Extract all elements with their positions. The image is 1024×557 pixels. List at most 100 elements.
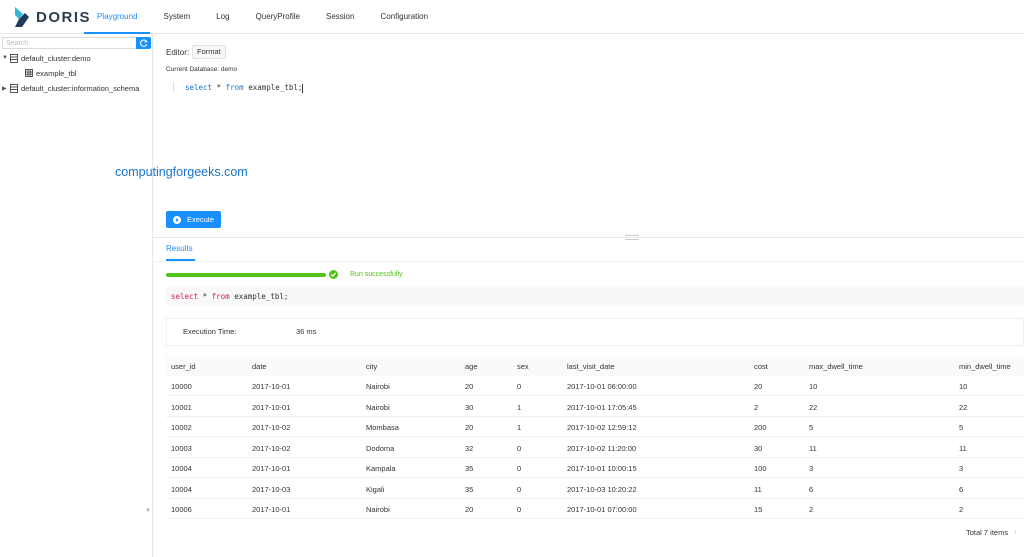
table-cell: 5 (809, 423, 813, 432)
table-cell: 11 (809, 444, 817, 453)
table-row-divider (166, 395, 1024, 396)
table-cell: 30 (465, 403, 473, 412)
table-cell: 2017-10-02 (252, 444, 290, 453)
table-cell: Nairobi (366, 403, 390, 412)
tree-node-demo[interactable]: ▼ default_cluster:demo (2, 52, 91, 64)
tab-results[interactable]: Results (166, 244, 193, 253)
table-cell: 2017-10-01 (252, 382, 290, 391)
table-cell: 35 (465, 464, 473, 473)
table-cell: 0 (517, 464, 521, 473)
table-cell: 3 (959, 464, 963, 473)
check-circle-icon (329, 270, 338, 279)
table-cell: 10001 (171, 403, 192, 412)
table-cell: 5 (959, 423, 963, 432)
doris-logo[interactable]: DORIS (13, 6, 91, 28)
watermark: computingforgeeks.com (115, 165, 248, 179)
table-cell: 2017-10-01 (252, 464, 290, 473)
table-cell: 10004 (171, 464, 192, 473)
table-cell: 15 (754, 505, 762, 514)
table-cell: 100 (754, 464, 767, 473)
column-header-last-visit-date[interactable]: last_visit_date (567, 362, 615, 371)
table-cell: 2017-10-02 (252, 423, 290, 432)
code-keyword: from (226, 83, 244, 92)
chevron-left-icon[interactable]: ‹ (1014, 527, 1017, 536)
table-icon (25, 69, 33, 77)
tab-log[interactable]: Log (203, 0, 242, 34)
table-cell: 1 (517, 423, 521, 432)
column-header-date[interactable]: date (252, 362, 267, 371)
sql-box (166, 286, 1024, 306)
database-icon (10, 54, 18, 63)
table-row-divider (166, 436, 1024, 437)
execute-button[interactable]: Execute (166, 211, 221, 228)
tab-session[interactable]: Session (313, 0, 367, 34)
logo-text: DORIS (36, 9, 91, 26)
column-header-user-id[interactable]: user_id (171, 362, 196, 371)
text-cursor (302, 84, 303, 93)
table-row-divider (166, 457, 1024, 458)
tab-playground[interactable]: Playground (84, 0, 150, 34)
search-input[interactable] (2, 37, 136, 49)
table-row-divider (166, 498, 1024, 499)
tab-system[interactable]: System (150, 0, 203, 34)
table-row-divider (166, 416, 1024, 417)
tree-node-example-tbl[interactable]: example_tbl (25, 67, 76, 79)
table-cell: 2017-10-03 10:20:22 (567, 485, 637, 494)
tree-label: example_tbl (36, 69, 76, 78)
table-cell: 30 (754, 444, 762, 453)
table-cell: 0 (517, 485, 521, 494)
execution-info (166, 318, 1024, 346)
column-header-max-dwell-time[interactable]: max_dwell_time (809, 362, 863, 371)
format-button[interactable]: Format (192, 45, 226, 59)
column-header-min-dwell-time[interactable]: min_dwell_time (959, 362, 1011, 371)
table-cell: 6 (959, 485, 963, 494)
tree-node-information-schema[interactable]: ▶ default_cluster:information_schema (2, 82, 139, 94)
table-cell: Kigali (366, 485, 384, 494)
progress-bar (166, 273, 326, 277)
table-cell: 11 (959, 444, 967, 453)
table-cell: 2017-10-01 (252, 505, 290, 514)
refresh-button[interactable] (136, 37, 151, 49)
table-cell: 0 (517, 505, 521, 514)
editor-label: Editor: (166, 48, 189, 57)
column-header-sex[interactable]: sex (517, 362, 529, 371)
table-cell: 22 (809, 403, 817, 412)
column-header-cost[interactable]: cost (754, 362, 768, 371)
database-icon (10, 84, 18, 93)
column-header-city[interactable]: city (366, 362, 377, 371)
column-header-age[interactable]: age (465, 362, 478, 371)
caret-down-icon[interactable]: ▼ (2, 55, 10, 61)
table-cell: Kampala (366, 464, 396, 473)
drag-handle-icon[interactable] (625, 235, 639, 240)
sidebar: ▼ default_cluster:demo example_tbl ▶ def… (0, 34, 153, 557)
caret-right-icon[interactable]: ▶ (2, 85, 10, 92)
table-cell: 2017-10-01 10:00:15 (567, 464, 637, 473)
progress-fill (166, 273, 326, 277)
table-cell: 10000 (171, 382, 192, 391)
table-cell: 1 (517, 403, 521, 412)
search-row (2, 37, 151, 49)
main-nav: Playground System Log QueryProfile Sessi… (84, 0, 441, 34)
table-cell: 200 (754, 423, 767, 432)
scroll-down-icon[interactable]: ▼ (145, 508, 151, 514)
total-items: Total 7 items (966, 528, 1008, 537)
table-cell: Dodoma (366, 444, 394, 453)
table-cell: 3 (809, 464, 813, 473)
table-cell: 2017-10-03 (252, 485, 290, 494)
code-editor[interactable]: select * from example_tbl; (185, 83, 303, 93)
table-cell: 35 (465, 485, 473, 494)
tab-configuration[interactable]: Configuration (367, 0, 441, 34)
table-cell: 2017-10-01 07:00:00 (567, 505, 637, 514)
table-cell: 10003 (171, 444, 192, 453)
pane-splitter[interactable] (153, 237, 1024, 238)
table-cell: 2017-10-02 12:59:12 (567, 423, 637, 432)
table-cell: 11 (754, 485, 762, 494)
table-row-divider (166, 518, 1024, 519)
tree-label: default_cluster:demo (21, 54, 91, 63)
top-header: DORIS Playground System Log QueryProfile… (0, 0, 1024, 34)
tab-queryprofile[interactable]: QueryProfile (243, 0, 313, 34)
table-cell: Nairobi (366, 382, 390, 391)
table-cell: 0 (517, 382, 521, 391)
table-cell: 10004 (171, 485, 192, 494)
table-cell: 20 (754, 382, 762, 391)
